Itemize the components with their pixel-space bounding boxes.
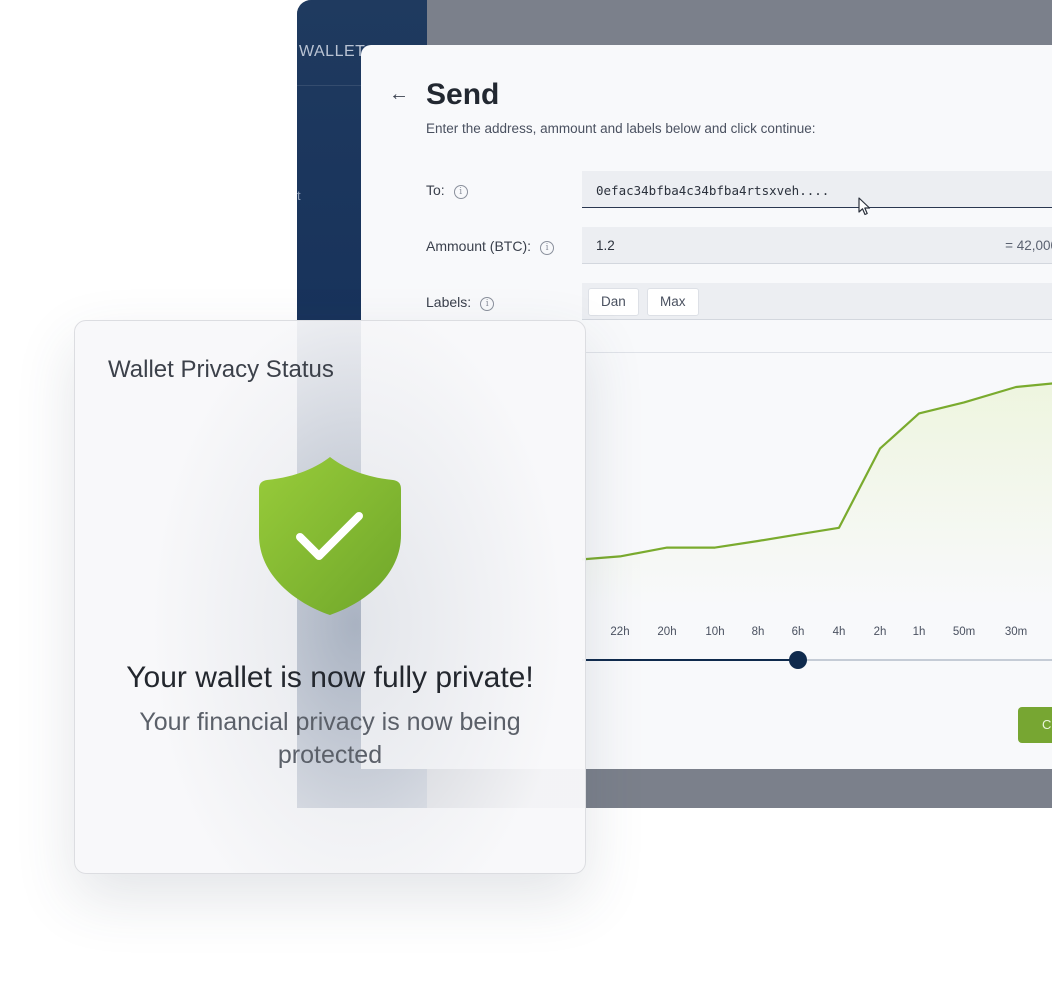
- sidebar-item[interactable]: t: [297, 188, 301, 203]
- continue-button[interactable]: C: [1018, 707, 1052, 743]
- x-tick-label: 2h: [874, 626, 887, 638]
- privacy-status-card: Wallet Privacy Status Your wallet is now…: [74, 320, 586, 874]
- chart-area-fill: [582, 383, 1052, 605]
- x-tick-label: 22h: [610, 626, 629, 638]
- fee-slider-handle[interactable]: [789, 651, 807, 669]
- x-tick-label: 8h: [752, 626, 765, 638]
- shield-check-icon: [259, 457, 401, 615]
- x-tick-label: 6h: [792, 626, 805, 638]
- x-tick-label: 1h: [913, 626, 926, 638]
- x-tick-label: 10h: [705, 626, 724, 638]
- x-tick-label: 4h: [833, 626, 846, 638]
- x-tick-label: 20h: [657, 626, 676, 638]
- x-tick-label: 50m: [953, 626, 975, 638]
- card-title: Wallet Privacy Status: [108, 356, 334, 383]
- x-tick-label: 30m: [1005, 626, 1027, 638]
- card-message: Your financial privacy is now being prot…: [139, 708, 521, 769]
- sidebar-title: WALLET: [299, 43, 366, 60]
- card-headline: Your wallet is now fully private!: [126, 661, 534, 694]
